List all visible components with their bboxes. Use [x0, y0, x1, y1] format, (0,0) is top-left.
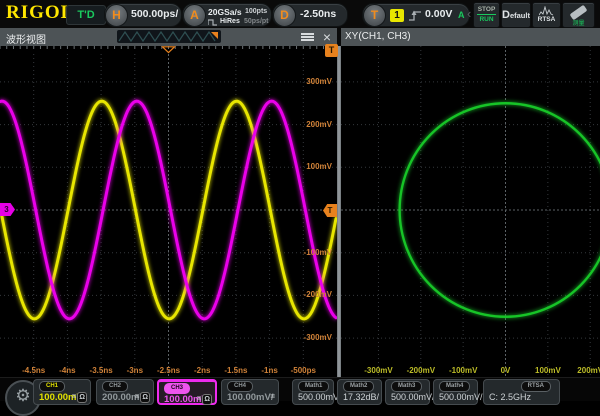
square-wave-icon: [208, 18, 218, 26]
rising-edge-icon: [408, 8, 422, 23]
acq-mode: HiRes: [220, 18, 240, 25]
memory-depth: 100pts: [245, 8, 267, 15]
xy-graticule[interactable]: [341, 46, 600, 377]
a-knob[interactable]: A: [183, 4, 206, 27]
t-axis-label: -3.5ns: [90, 366, 113, 376]
xy-axis-label: -100mV: [449, 366, 477, 376]
horizontal-timebase-control[interactable]: H 500.00ps/: [104, 3, 182, 27]
math1-box[interactable]: Math1 500.00mV/: [292, 379, 334, 405]
v-axis-label: -300mV: [304, 333, 332, 343]
trigger-control[interactable]: T 1 0.00V A: [362, 3, 470, 27]
stop-run-button[interactable]: STOP RUN: [473, 2, 500, 28]
xy-axis-label: -200mV: [407, 366, 435, 376]
sample-rate: 20GSa/s: [208, 7, 242, 17]
v-axis-label: 300mV: [306, 77, 332, 87]
d-knob[interactable]: D: [273, 4, 296, 27]
waveform-overview-strip[interactable]: [117, 30, 221, 43]
oscilloscope-screen: { "topbar": { "logo": "RIGOL", "trig_sta…: [0, 0, 600, 400]
impedance-icon: Ω: [77, 392, 87, 403]
t-axis-label: -2ns: [194, 366, 210, 376]
t-axis-label: -500ps: [291, 366, 316, 376]
delay-value: -2.50ns: [300, 8, 336, 20]
delay-control[interactable]: D -2.50ns: [272, 3, 348, 27]
spectrum-icon: [539, 6, 554, 16]
math4-box[interactable]: Math4 500.00mV/: [433, 379, 478, 405]
panel-splitter[interactable]: [337, 46, 341, 377]
rigol-logo: RIGOL: [6, 2, 74, 24]
xy-axis-label: 0V: [501, 366, 511, 376]
dc-coupling-icon: =: [197, 394, 202, 403]
impedance-icon: Ω: [140, 392, 150, 403]
trigger-source-badge[interactable]: 1: [390, 9, 404, 22]
rtsa-button[interactable]: RTSA: [532, 2, 561, 28]
math2-box[interactable]: Math2 17.32dB/: [337, 379, 382, 405]
xy-axis-label: 100mV: [535, 366, 561, 376]
t-axis-label: -3ns: [127, 366, 143, 376]
t-axis-label: -1ns: [261, 366, 277, 376]
xy-view-title: XY(CH1, CH3): [345, 31, 411, 42]
t-axis-label: -2.5ns: [157, 366, 180, 376]
waveform-view-title: 波形视图: [6, 31, 46, 46]
channel-box-ch2[interactable]: CH2 200.00mV/ =Ω: [96, 379, 154, 405]
v-axis-label: 100mV: [306, 162, 332, 172]
channel-box-ch4[interactable]: CH4 100.00mV/ =: [221, 379, 279, 405]
sample-resolution: 50ps/pt: [244, 18, 269, 25]
top-toolbar: RIGOL T'D H 500.00ps/ A 20GSa/s HiRes 10…: [0, 0, 600, 29]
h-knob[interactable]: H: [105, 4, 128, 27]
xy-axis-label: -300mV: [364, 366, 392, 376]
xy-view-header[interactable]: XY(CH1, CH3): [341, 28, 600, 46]
trigger-position-flag[interactable]: T: [325, 44, 338, 57]
v-axis-label: -100mV: [304, 248, 332, 258]
channel-box-ch3[interactable]: CH3 100.00mV/ =Ω: [157, 379, 217, 405]
collapse-chevron-icon[interactable]: ‹: [467, 6, 471, 21]
menu-icon[interactable]: [301, 33, 314, 42]
xy-axis-label: 200mV: [577, 366, 600, 376]
panel-gap: [337, 28, 341, 46]
measure-button[interactable]: 测量: [562, 2, 595, 28]
channel-box-ch1[interactable]: CH1 100.00mV/ =Ω: [33, 379, 91, 405]
trigger-sweep-mode: A: [458, 10, 465, 20]
math3-box[interactable]: Math3 500.00mV/: [385, 379, 430, 405]
t-axis-label: -4.5ns: [22, 366, 45, 376]
t-axis-label: -4ns: [59, 366, 75, 376]
t-knob[interactable]: T: [363, 4, 386, 27]
acquisition-control[interactable]: A 20GSa/s HiRes 100pts 50ps/pt: [182, 3, 272, 27]
v-axis-label: -200mV: [304, 290, 332, 300]
trigger-status-badge: T'D: [66, 5, 106, 25]
waveform-graticule[interactable]: [0, 46, 337, 377]
v-axis-label: 200mV: [306, 120, 332, 130]
trigger-level-value: 0.00V: [425, 8, 452, 20]
timebase-value: 500.00ps/: [131, 8, 178, 20]
default-button[interactable]: Default: [501, 2, 531, 28]
rtsa-box[interactable]: RTSA C: 2.5GHz: [483, 379, 560, 405]
t-axis-label: -1.5ns: [224, 366, 247, 376]
